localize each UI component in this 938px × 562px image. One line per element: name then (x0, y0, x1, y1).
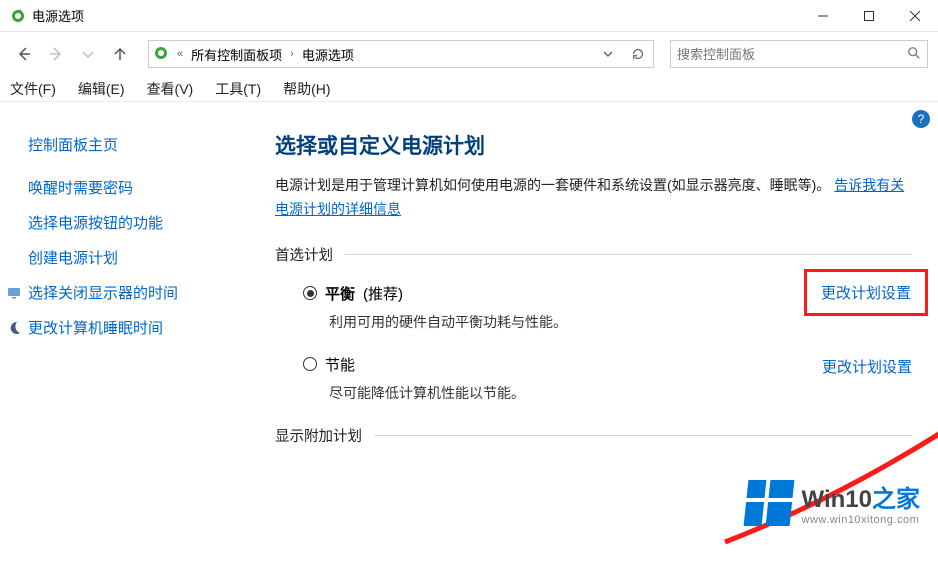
windows-logo-icon (743, 480, 794, 526)
plan-saver: 节能 更改计划设置 尽可能降低计算机性能以节能。 (303, 354, 912, 403)
radio-icon (303, 357, 317, 371)
divider-line (374, 435, 912, 436)
minimize-button[interactable] (800, 0, 846, 32)
preferred-plans-label: 首选计划 (275, 244, 912, 265)
content-area: 控制面板主页 唤醒时需要密码 选择电源按钮的功能 创建电源计划 选择关闭显示器的… (0, 102, 938, 540)
maximize-button[interactable] (846, 0, 892, 32)
description-text: 电源计划是用于管理计算机如何使用电源的一套硬件和系统设置(如显示器亮度、睡眠等)… (275, 177, 830, 193)
sidebar-item-label: 唤醒时需要密码 (28, 177, 133, 198)
window-controls (800, 0, 938, 32)
back-button[interactable] (10, 40, 38, 68)
additional-plans-label: 显示附加计划 (275, 425, 912, 446)
sidebar-link-sleep-time[interactable]: 更改计算机睡眠时间 (6, 317, 263, 338)
plan-saver-change-link[interactable]: 更改计划设置 (822, 356, 912, 377)
sidebar-link-create-plan[interactable]: 创建电源计划 (28, 247, 263, 268)
radio-icon (303, 286, 317, 300)
forward-button[interactable] (42, 40, 70, 68)
window-title: 电源选项 (32, 6, 800, 25)
page-description: 电源计划是用于管理计算机如何使用电源的一套硬件和系统设置(如显示器亮度、睡眠等)… (275, 174, 912, 222)
plan-saver-desc: 尽可能降低计算机性能以节能。 (329, 383, 912, 403)
menu-file[interactable]: 文件(F) (10, 79, 56, 99)
divider-line (345, 254, 912, 255)
chevron-right-icon: › (290, 48, 294, 60)
plan-balanced-radio[interactable]: 平衡 (推荐) (303, 283, 403, 304)
menu-bar: 文件(F) 编辑(E) 查看(V) 工具(T) 帮助(H) (0, 76, 938, 102)
plan-balanced-hint: (推荐) (363, 283, 403, 304)
menu-view[interactable]: 查看(V) (147, 79, 194, 99)
menu-edit[interactable]: 编辑(E) (78, 79, 125, 99)
up-button[interactable] (106, 40, 134, 68)
sidebar-item-label: 选择电源按钮的功能 (28, 212, 163, 233)
annotation-arrow (685, 392, 938, 562)
sidebar-link-wake-password[interactable]: 唤醒时需要密码 (28, 177, 263, 198)
plan-saver-radio[interactable]: 节能 (303, 354, 355, 375)
close-button[interactable] (892, 0, 938, 32)
address-drop-button[interactable] (597, 49, 619, 59)
help-icon[interactable]: ? (912, 110, 930, 128)
watermark-brand-suffix: 之家 (872, 486, 920, 513)
search-input[interactable] (677, 47, 907, 62)
sidebar-home-link[interactable]: 控制面板主页 (28, 134, 263, 155)
refresh-button[interactable] (627, 47, 649, 61)
breadcrumb-current[interactable]: 电源选项 (302, 45, 354, 64)
plan-saver-name: 节能 (325, 354, 355, 375)
breadcrumb-parent[interactable]: 所有控制面板项 (191, 45, 282, 64)
sidebar-link-power-button[interactable]: 选择电源按钮的功能 (28, 212, 263, 233)
plan-balanced: 平衡 (推荐) 更改计划设置 利用可用的硬件自动平衡功耗与性能。 (303, 283, 912, 332)
search-box[interactable] (670, 40, 928, 68)
sidebar-item-label: 更改计算机睡眠时间 (28, 317, 163, 338)
sidebar-item-label: 创建电源计划 (28, 247, 118, 268)
titlebar: 电源选项 (0, 0, 938, 32)
search-icon[interactable] (907, 46, 921, 63)
watermark-brand: Win10之家 (802, 479, 920, 514)
sidebar: 控制面板主页 唤醒时需要密码 选择电源按钮的功能 创建电源计划 选择关闭显示器的… (0, 102, 275, 540)
control-panel-icon (153, 45, 169, 64)
watermark-url: www.win10xitong.com (802, 514, 920, 526)
watermark: Win10之家 www.win10xitong.com (746, 479, 920, 526)
address-bar[interactable]: « 所有控制面板项 › 电源选项 (148, 40, 654, 68)
page-title: 选择或自定义电源计划 (275, 130, 912, 160)
menu-help[interactable]: 帮助(H) (283, 79, 330, 99)
watermark-brand-prefix: Win10 (802, 486, 872, 513)
sidebar-item-label: 选择关闭显示器的时间 (28, 282, 178, 303)
moon-icon (6, 320, 22, 336)
menu-tools[interactable]: 工具(T) (215, 79, 261, 99)
plan-balanced-change-link[interactable]: 更改计划设置 (804, 269, 928, 316)
plan-balanced-name: 平衡 (325, 283, 355, 304)
chevron-double-left-icon: « (177, 48, 183, 60)
preferred-plans-text: 首选计划 (275, 244, 333, 265)
main-panel: ? 选择或自定义电源计划 电源计划是用于管理计算机如何使用电源的一套硬件和系统设… (275, 102, 938, 540)
address-row: « 所有控制面板项 › 电源选项 (0, 32, 938, 76)
recent-locations-button[interactable] (74, 40, 102, 68)
additional-plans-text: 显示附加计划 (275, 425, 362, 446)
power-options-icon (10, 8, 26, 24)
sidebar-link-display-off[interactable]: 选择关闭显示器的时间 (6, 282, 263, 303)
monitor-icon (6, 285, 22, 301)
